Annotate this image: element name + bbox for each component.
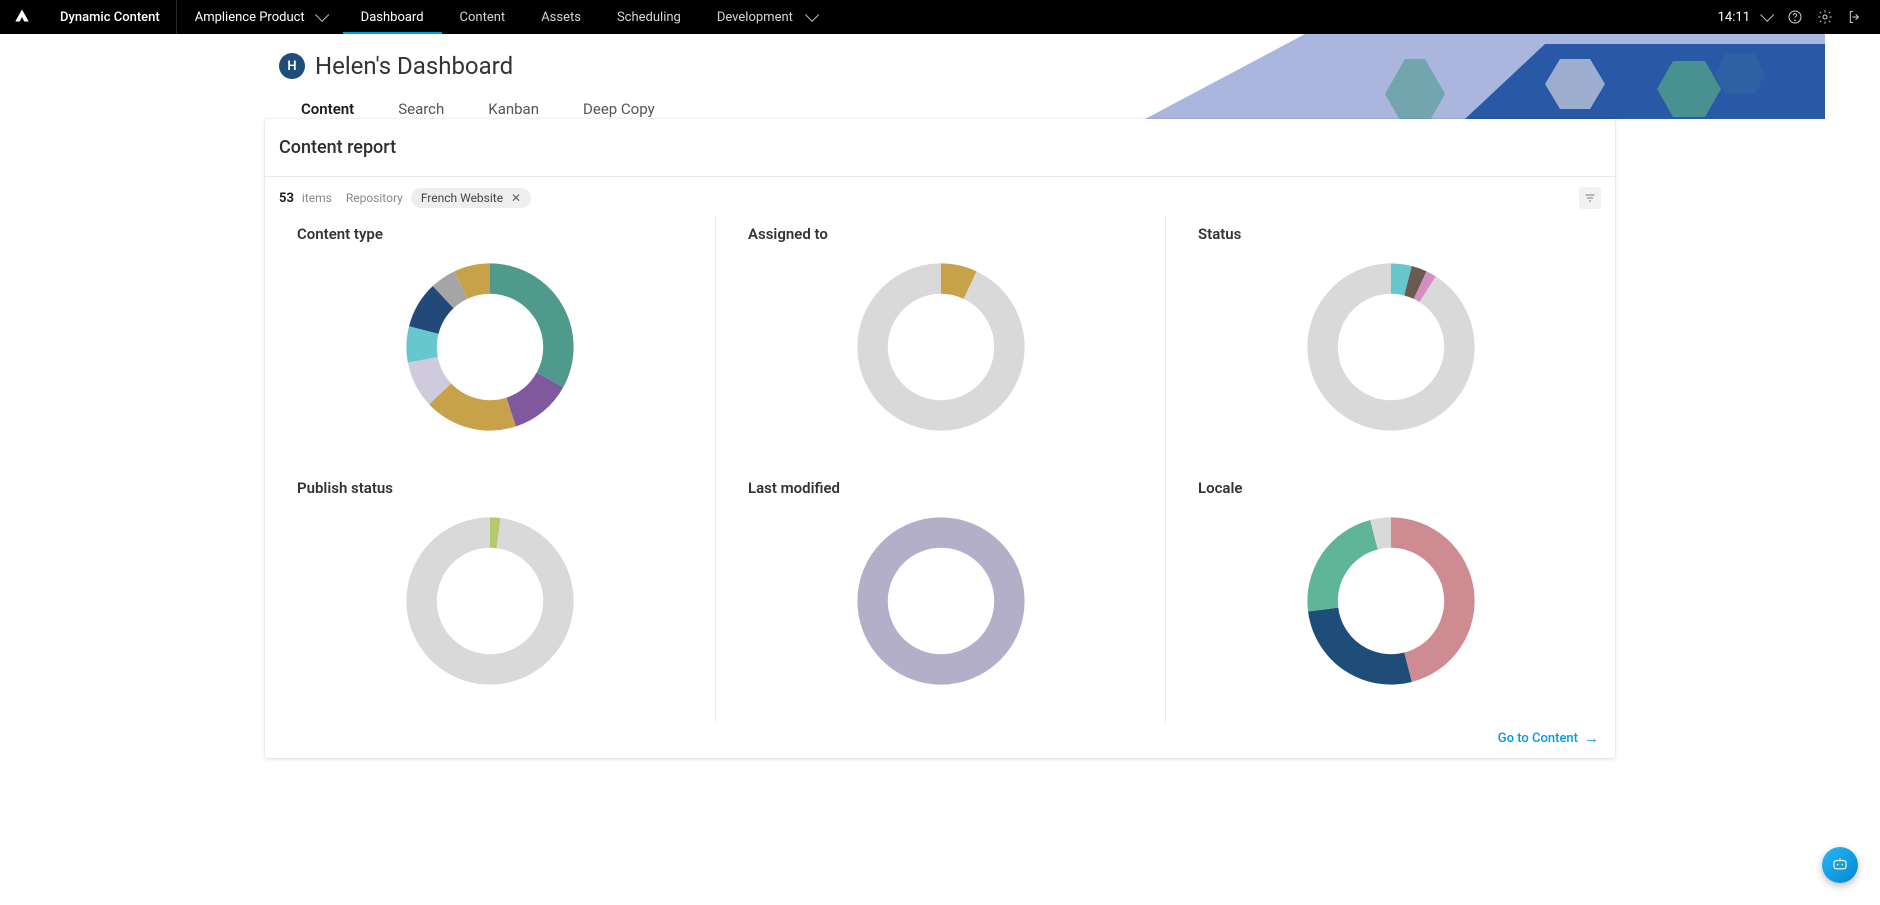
chart-panel-publish_status: Publish status: [265, 469, 715, 723]
donut-chart[interactable]: [1198, 247, 1583, 447]
nav-tab-dashboard[interactable]: Dashboard: [343, 0, 442, 34]
chart-title: Last modified: [748, 479, 1133, 497]
logout-icon[interactable]: [1840, 9, 1870, 25]
filter-icon[interactable]: [1579, 187, 1601, 209]
link-label: Go to Content: [1498, 731, 1578, 746]
chart-title: Content type: [297, 225, 683, 243]
nav-tab-content[interactable]: Content: [442, 0, 524, 34]
chart-title: Status: [1198, 225, 1583, 243]
avatar: H: [279, 53, 305, 79]
main-nav: DashboardContentAssetsSchedulingDevelopm…: [343, 0, 833, 34]
hub-selector[interactable]: Amplience Product: [177, 10, 343, 25]
chart-panel-locale: Locale: [1165, 469, 1615, 723]
brand-name: Dynamic Content: [44, 10, 176, 25]
chart-title: Assigned to: [748, 225, 1133, 243]
chart-panel-last_modified: Last modified: [715, 469, 1165, 723]
filter-group-label: Repository: [346, 191, 403, 205]
chart-title: Publish status: [297, 479, 683, 497]
item-count: 53: [279, 191, 294, 206]
gear-icon[interactable]: [1810, 9, 1840, 25]
help-icon[interactable]: [1780, 9, 1810, 25]
hub-name: Amplience Product: [195, 10, 305, 25]
brand-logo-icon[interactable]: [0, 8, 44, 26]
chart-panel-status: Status: [1165, 215, 1615, 469]
chart-panel-assigned_to: Assigned to: [715, 215, 1165, 469]
nav-tab-assets[interactable]: Assets: [523, 0, 599, 34]
card-title: Content report: [265, 119, 1615, 177]
content-report-card: Content report 53 items Repository Frenc…: [265, 119, 1615, 758]
donut-chart[interactable]: [297, 247, 683, 447]
filter-bar: 53 items Repository French Website ✕: [265, 177, 1615, 215]
filter-chip: French Website ✕: [411, 188, 531, 208]
time-value: 14:11: [1718, 10, 1750, 25]
donut-chart[interactable]: [297, 501, 683, 701]
page-title: Helen's Dashboard: [315, 52, 513, 80]
chevron-down-icon: [805, 8, 819, 22]
clock[interactable]: 14:11: [1708, 10, 1780, 25]
charts-grid: Content type Assigned to Status Publish sta…: [265, 215, 1615, 723]
filter-chip-label: French Website: [421, 191, 503, 205]
item-count-label: items: [302, 191, 332, 205]
page-header: H Helen's Dashboard ContentSearchKanbanD…: [265, 34, 1615, 119]
arrow-right-icon: →: [1584, 731, 1599, 746]
topbar: Dynamic Content Amplience Product Dashbo…: [0, 0, 1880, 34]
donut-chart[interactable]: [748, 501, 1133, 701]
chart-title: Locale: [1198, 479, 1583, 497]
nav-tab-scheduling[interactable]: Scheduling: [599, 0, 699, 34]
chevron-down-icon: [1760, 8, 1774, 22]
chart-panel-content_type: Content type: [265, 215, 715, 469]
go-to-content-link[interactable]: Go to Content →: [1498, 731, 1599, 746]
chat-fab[interactable]: [1822, 847, 1858, 883]
donut-chart[interactable]: [1198, 501, 1583, 701]
page: H Helen's Dashboard ContentSearchKanbanD…: [0, 34, 1880, 905]
chevron-down-icon: [315, 8, 329, 22]
nav-tab-development[interactable]: Development: [699, 0, 833, 34]
close-icon[interactable]: ✕: [509, 191, 523, 205]
donut-chart[interactable]: [748, 247, 1133, 447]
